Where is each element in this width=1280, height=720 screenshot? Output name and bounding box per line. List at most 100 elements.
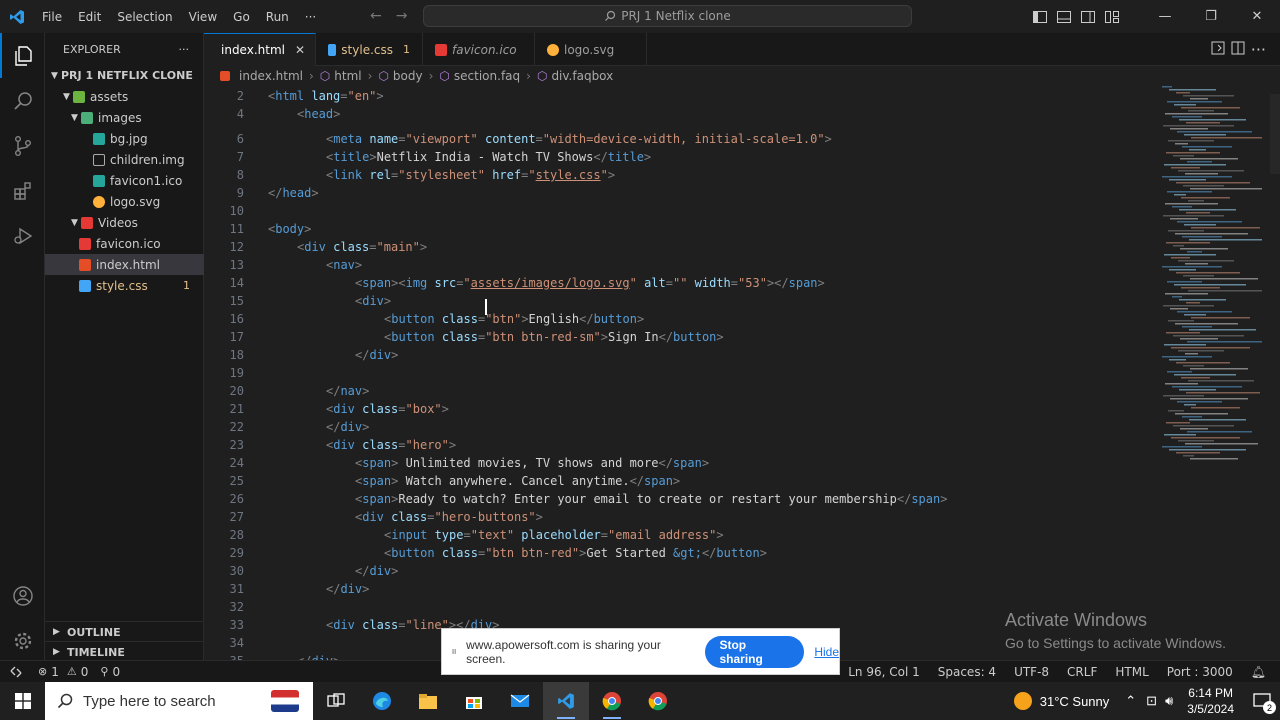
tree-file-favicon[interactable]: favicon.ico [45, 233, 204, 254]
more-actions-icon[interactable]: ··· [179, 43, 190, 56]
chrome-profile-icon[interactable] [635, 682, 681, 720]
code-line[interactable]: 31 </div> [204, 580, 1154, 598]
code-line[interactable]: 9 </head> [204, 184, 1154, 202]
code-line[interactable]: 7 <title>Netflix India - Watch TV Shows</… [204, 148, 1154, 166]
extensions-icon[interactable] [0, 168, 45, 213]
code-line[interactable]: 23 <div class="hero"> [204, 436, 1154, 454]
command-center[interactable]: PRJ 1 Netflix clone [423, 5, 912, 27]
code-line[interactable]: 8 <link rel="stylesheet" href="style.css"… [204, 166, 1154, 184]
code-line[interactable]: 26 <span>Ready to watch? Enter your email… [204, 490, 1154, 508]
customize-layout-icon[interactable] [1100, 0, 1124, 33]
breadcrumb-item[interactable]: body [393, 69, 423, 83]
weather-sun-icon[interactable] [1013, 692, 1032, 710]
network-icon[interactable]: ⊡ [1146, 693, 1157, 709]
tab-logo-svg[interactable]: logo.svg [535, 33, 647, 66]
microsoft-store-icon[interactable] [451, 682, 497, 720]
settings-gear-icon[interactable] [0, 618, 45, 663]
code-line[interactable]: 13 <nav> [204, 256, 1154, 274]
cursor-position[interactable]: Ln 96, Col 1 [848, 665, 920, 679]
code-line[interactable]: 11 <body> [204, 220, 1154, 238]
notification-center-icon[interactable]: 2 [1244, 682, 1280, 720]
tree-file-favicon1[interactable]: favicon1.ico [45, 170, 204, 191]
maximize-button[interactable]: ❐ [1188, 0, 1234, 33]
code-line[interactable]: 17 <button class="btn btn-red-sm">Sign In… [204, 328, 1154, 346]
code-line[interactable]: 20 </nav> [204, 382, 1154, 400]
accounts-icon[interactable] [0, 573, 45, 618]
code-line[interactable]: 6 <meta name="viewport" content="width=de… [204, 130, 1154, 148]
open-preview-icon[interactable] [1211, 40, 1225, 59]
menu-more[interactable]: ··· [297, 10, 324, 24]
minimize-button[interactable]: — [1142, 0, 1188, 33]
taskbar-search-box[interactable]: Type here to search [45, 682, 313, 720]
code-line[interactable]: 27 <div class="hero-buttons"> [204, 508, 1154, 526]
weather-text[interactable]: 31°C Sunny [1040, 694, 1110, 709]
breadcrumb-item[interactable]: section.faq [454, 69, 520, 83]
tree-folder-images[interactable]: ▼ images [45, 107, 204, 128]
toggle-panel-icon[interactable] [1052, 0, 1076, 33]
search-icon[interactable] [0, 78, 45, 123]
menu-view[interactable]: View [181, 10, 225, 24]
tab-favicon-ico[interactable]: favicon.ico [423, 33, 535, 66]
problems-indicator[interactable]: ⊗ 1 ⚠ 0 [32, 665, 88, 679]
bell-icon[interactable]: 🔔︎ [1251, 665, 1266, 679]
code-line[interactable]: 30 </div> [204, 562, 1154, 580]
code-line[interactable]: 22 </div> [204, 418, 1154, 436]
code-line[interactable]: 16 <button class="btn">English</button> [204, 310, 1154, 328]
tree-file-logo[interactable]: logo.svg [45, 191, 204, 212]
timeline-section[interactable]: ▶ TIMELINE [45, 641, 204, 662]
tree-file-index[interactable]: index.html [45, 254, 204, 275]
back-arrow-icon[interactable]: ← [370, 8, 382, 24]
chrome-icon[interactable] [589, 682, 635, 720]
outline-section[interactable]: ▶ OUTLINE [45, 621, 204, 642]
code-line[interactable]: 15 <div> [204, 292, 1154, 310]
minimap-slider[interactable] [1270, 94, 1280, 174]
toggle-sidebar-icon[interactable] [1028, 0, 1052, 33]
split-editor-icon[interactable] [1231, 40, 1245, 59]
stop-sharing-button[interactable]: Stop sharing [705, 635, 805, 668]
close-window-button[interactable]: ✕ [1234, 0, 1280, 33]
tab-style-css[interactable]: style.css 1 [316, 33, 423, 66]
mail-icon[interactable] [497, 682, 543, 720]
ports-indicator[interactable]: ⚲ 0 [88, 665, 120, 679]
close-icon[interactable]: ✕ [295, 43, 305, 57]
vscode-taskbar-icon[interactable] [543, 682, 589, 720]
more-actions-icon[interactable]: ··· [1251, 40, 1266, 59]
file-explorer-icon[interactable] [405, 682, 451, 720]
tree-file-style[interactable]: style.css 1 [45, 275, 204, 296]
hide-link[interactable]: Hide [814, 645, 839, 659]
menu-selection[interactable]: Selection [109, 10, 180, 24]
task-view-icon[interactable] [313, 682, 359, 720]
encoding[interactable]: UTF-8 [1014, 665, 1049, 679]
indentation[interactable]: Spaces: 4 [938, 665, 996, 679]
menu-edit[interactable]: Edit [70, 10, 109, 24]
live-server-port[interactable]: Port : 3000 [1167, 665, 1233, 679]
tree-folder-videos[interactable]: ▼ Videos [45, 212, 204, 233]
clock[interactable]: 6:14 PM 3/5/2024 [1177, 685, 1244, 717]
tab-index-html[interactable]: index.html ✕ [204, 33, 316, 66]
windows-start-icon[interactable] [0, 682, 45, 720]
forward-arrow-icon[interactable]: → [396, 8, 408, 24]
run-debug-icon[interactable] [0, 213, 45, 258]
code-line[interactable]: 12 <div class="main"> [204, 238, 1154, 256]
code-line[interactable]: 21 <div class="box"> [204, 400, 1154, 418]
code-line[interactable]: 25 <span> Watch anywhere. Cancel anytime.… [204, 472, 1154, 490]
project-root[interactable]: ▼ PRJ 1 NETFLIX CLONE [45, 65, 204, 86]
edge-browser-icon[interactable] [359, 682, 405, 720]
code-editor[interactable]: 2 <html lang="en"> 4 <head> 6 <meta name="vie… [204, 86, 1154, 660]
menu-run[interactable]: Run [258, 10, 297, 24]
code-line[interactable]: 18 </div> [204, 346, 1154, 364]
tree-folder-assets[interactable]: ▼ assets [45, 86, 204, 107]
minimap[interactable] [1154, 86, 1280, 660]
breadcrumb-item[interactable]: html [334, 69, 361, 83]
breadcrumb-item[interactable]: index.html [239, 69, 303, 83]
code-line[interactable]: 24 <span> Unlimited movies, TV shows and … [204, 454, 1154, 472]
code-line[interactable]: 28 <input type="text" placeholder="email … [204, 526, 1154, 544]
remote-indicator-icon[interactable] [0, 661, 32, 683]
code-line[interactable]: 14 <span><img src="assets/images/logo.svg… [204, 274, 1154, 292]
toggle-secondary-sidebar-icon[interactable] [1076, 0, 1100, 33]
menu-go[interactable]: Go [225, 10, 258, 24]
tree-file-bg[interactable]: bg.jpg [45, 128, 204, 149]
code-line[interactable]: 29 <button class="btn btn-red">Get Starte… [204, 544, 1154, 562]
drag-handle-icon[interactable]: ⏸ [442, 644, 466, 659]
chevron-up-icon[interactable]: ⌃ [1125, 693, 1136, 709]
